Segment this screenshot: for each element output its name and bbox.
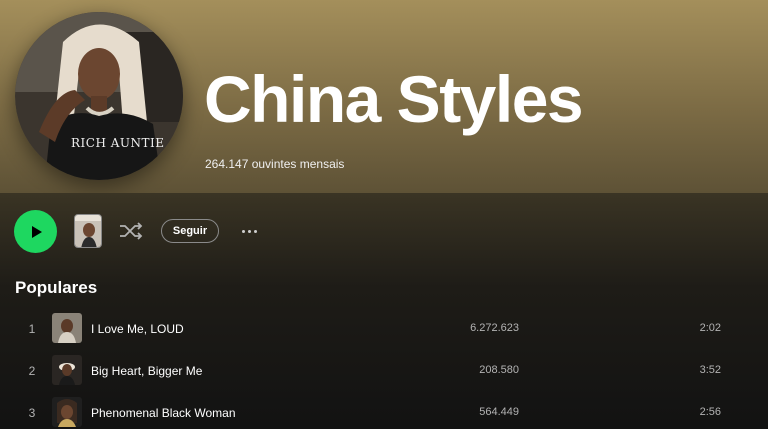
artist-avatar: RICH AUNTIE	[15, 12, 183, 180]
track-plays: 6.272.623	[470, 322, 519, 334]
track-plays: 208.580	[479, 364, 519, 376]
play-icon	[31, 225, 42, 238]
more-options-icon	[241, 229, 245, 233]
track-row[interactable]: 1 I Love Me, LOUD 6.272.623 2:02	[12, 310, 756, 350]
avatar-shirt-text: RICH AUNTIE	[71, 136, 165, 150]
track-cover	[52, 397, 82, 427]
track-row[interactable]: 3 Phenomenal Black Woman 564.449 2:56	[12, 394, 756, 429]
track-duration: 3:52	[699, 364, 721, 376]
track-number: 3	[28, 406, 36, 420]
track-row[interactable]: 2 Big Heart, Bigger Me 208.580 3:52	[12, 352, 756, 392]
track-duration: 2:02	[699, 322, 721, 334]
track-duration: 2:56	[699, 406, 721, 418]
now-playing-cover[interactable]	[74, 214, 102, 248]
shuffle-icon	[120, 222, 143, 240]
track-title[interactable]: Big Heart, Bigger Me	[91, 364, 202, 378]
play-button[interactable]	[14, 210, 57, 253]
track-plays: 564.449	[479, 406, 519, 418]
monthly-listeners: 264.147 ouvintes mensais	[205, 157, 345, 171]
shuffle-button[interactable]	[118, 220, 144, 242]
track-number: 2	[28, 364, 36, 378]
track-cover	[52, 355, 82, 385]
track-number: 1	[28, 322, 36, 336]
track-title[interactable]: Phenomenal Black Woman	[91, 406, 236, 420]
more-options-button[interactable]	[234, 219, 264, 243]
popular-section-title: Populares	[15, 278, 98, 297]
artist-name: China Styles	[204, 62, 584, 136]
track-cover	[52, 313, 82, 343]
track-title[interactable]: I Love Me, LOUD	[91, 322, 184, 336]
follow-button[interactable]: Seguir	[161, 219, 219, 243]
